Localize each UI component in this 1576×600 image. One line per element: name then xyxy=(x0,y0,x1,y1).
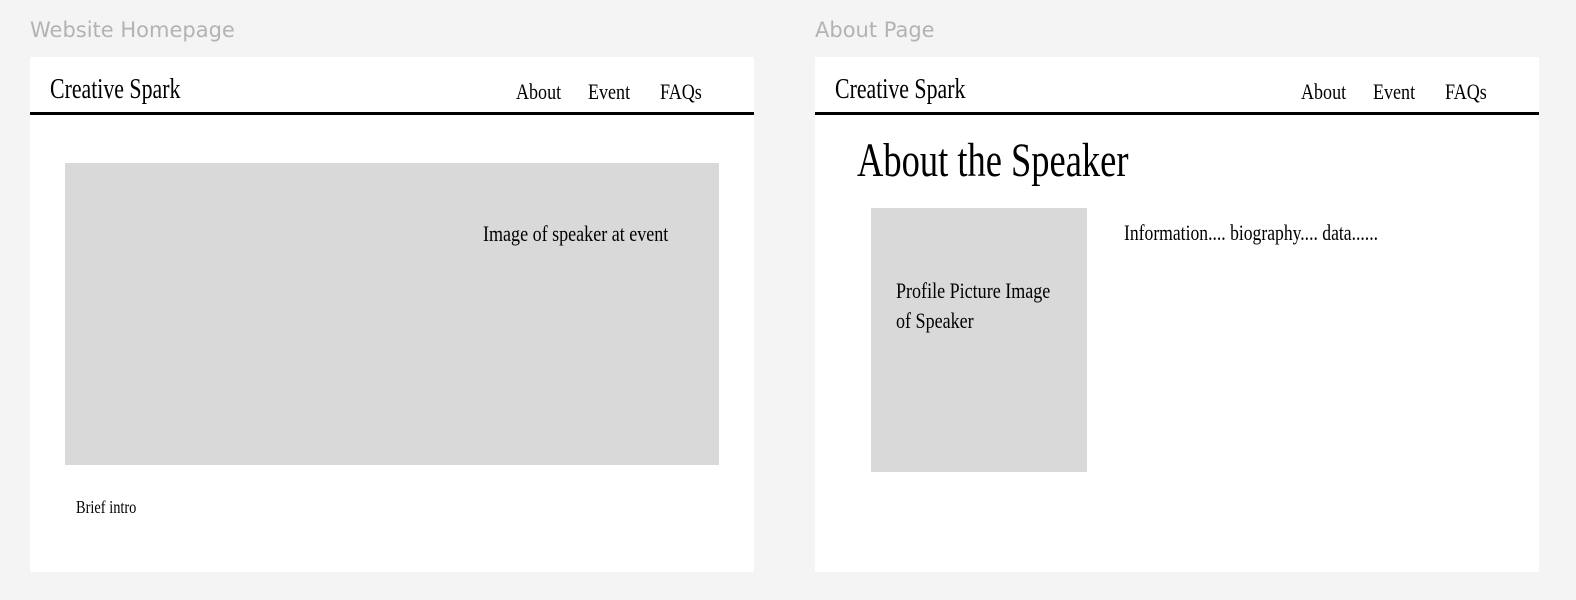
site-logo[interactable]: Creative Spark xyxy=(50,74,180,106)
nav-link-event[interactable]: Event xyxy=(588,79,630,105)
nav-link-about[interactable]: About xyxy=(1301,79,1346,105)
about-page-frame: Creative Spark About Event FAQs About th… xyxy=(815,57,1539,572)
profile-picture-caption-line-2: of Speaker xyxy=(896,308,974,333)
frame-label-about: About Page xyxy=(815,18,935,42)
hero-image-placeholder: Image of speaker at event xyxy=(65,163,719,465)
page-title: About the Speaker xyxy=(857,134,1129,187)
header-divider xyxy=(30,112,754,115)
profile-picture-caption-line-1: Profile Picture Image xyxy=(896,278,1051,303)
header-divider xyxy=(815,112,1539,115)
hero-image-caption: Image of speaker at event xyxy=(483,221,669,246)
homepage-frame: Creative Spark About Event FAQs Image of… xyxy=(30,57,754,572)
profile-picture-placeholder: Profile Picture Image of Speaker xyxy=(871,208,1087,472)
nav-link-faqs[interactable]: FAQs xyxy=(1445,79,1487,105)
nav-link-event[interactable]: Event xyxy=(1373,79,1415,105)
nav-link-about[interactable]: About xyxy=(516,79,561,105)
brief-intro-text: Brief intro xyxy=(76,497,137,517)
frame-label-home: Website Homepage xyxy=(30,18,235,42)
nav-link-faqs[interactable]: FAQs xyxy=(660,79,702,105)
speaker-info-text: Information.... biography.... data...... xyxy=(1124,220,1378,245)
profile-picture-caption: Profile Picture Image of Speaker xyxy=(896,276,1050,336)
site-logo[interactable]: Creative Spark xyxy=(835,74,965,106)
